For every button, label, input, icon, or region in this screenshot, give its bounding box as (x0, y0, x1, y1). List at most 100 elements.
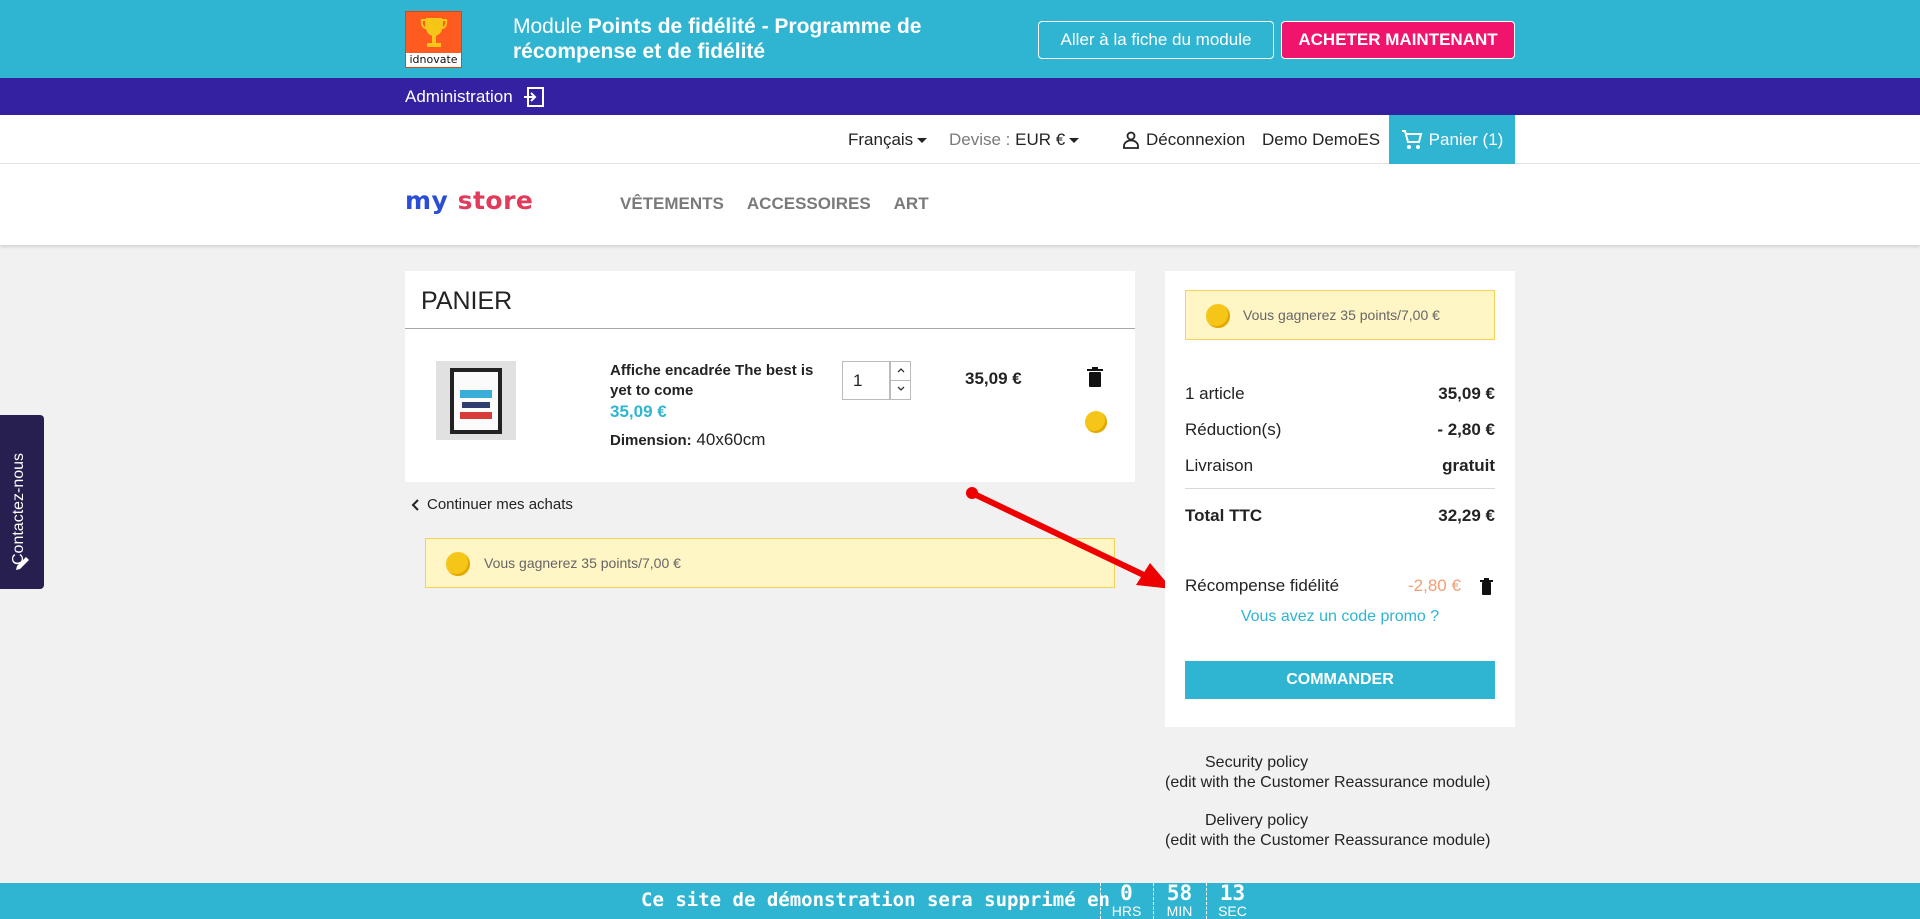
menu-item-accessories[interactable]: ACCESSOIRES (747, 194, 871, 214)
caret-down-icon (1069, 138, 1080, 144)
product-image[interactable] (436, 361, 516, 440)
summary-label: Livraison (1185, 456, 1254, 475)
poster-word-1 (460, 390, 492, 398)
countdown-seconds: 13 SEC (1206, 883, 1258, 919)
language-selector[interactable]: Français (848, 130, 928, 150)
account-link[interactable]: Demo DemoES (1262, 130, 1380, 150)
header-nav: Français Devise : EUR € Déconnexion Demo… (0, 115, 1920, 164)
poster-word-3 (460, 412, 492, 419)
countdown-seconds-unit: SEC (1218, 903, 1247, 919)
checkout-button[interactable]: COMMANDER (1185, 661, 1495, 699)
currency-value: EUR € (1015, 130, 1066, 149)
countdown-minutes-value: 58 (1166, 881, 1193, 905)
countdown-seconds-value: 13 (1219, 881, 1246, 905)
total-label: Total TTC (1185, 506, 1263, 525)
administration-label: Administration (405, 87, 513, 106)
countdown-hours: 0 HRS (1100, 883, 1152, 919)
summary-row-shipping: Livraison gratuit (1185, 456, 1495, 476)
module-banner: idnovate Module Points de fidélité - Pro… (0, 0, 1920, 78)
summary-label: 1 article (1185, 384, 1245, 403)
administration-link[interactable]: Administration (405, 86, 545, 108)
loyalty-reward-value: -2,80 € (1408, 576, 1461, 595)
product-attribute: Dimension: 40x60cm (610, 430, 765, 450)
idnovate-logo: idnovate (405, 11, 462, 68)
pencil-icon (16, 557, 29, 570)
reassurance-title: Security policy (1205, 754, 1309, 771)
contact-us-tab[interactable]: Contactez-nous (0, 415, 44, 589)
cart-label: Panier (1) (1428, 129, 1504, 149)
cart-panel: PANIER Affiche encadrée The best is yet … (405, 271, 1135, 482)
menu-item-clothes[interactable]: VÊTEMENTS (620, 194, 724, 214)
summary-value: - 2,80 € (1437, 420, 1495, 439)
loyalty-points-text: Vous gagnerez 35 points/7,00 € (1243, 307, 1440, 323)
module-sheet-button[interactable]: Aller à la fiche du module (1038, 21, 1274, 59)
red-arrow-annotation (966, 487, 1172, 589)
logo-text: idnovate (406, 53, 461, 67)
product-name-link[interactable]: Affiche encadrée The best is yet to come (610, 361, 830, 401)
promo-code-link[interactable]: Vous avez un code promo ? (1185, 608, 1495, 626)
cart-title: PANIER (421, 287, 513, 315)
buy-now-button[interactable]: ACHETER MAINTENANT (1281, 21, 1515, 59)
logout-label: Déconnexion (1146, 130, 1246, 149)
countdown-text: Ce site de démonstration sera supprimé e… (641, 889, 1110, 911)
currency-selector[interactable]: Devise : EUR € (949, 130, 1080, 150)
store-logo[interactable]: my store (405, 186, 533, 215)
loyalty-points-notice-summary: Vous gagnerez 35 points/7,00 € (1185, 290, 1495, 340)
summary-row-items: 1 article 35,09 € (1185, 384, 1495, 404)
coin-icon (1206, 304, 1230, 328)
countdown-minutes: 58 MIN (1153, 883, 1205, 919)
module-title: Module Points de fidélité - Programme de… (513, 14, 993, 64)
logo-store: store (457, 186, 534, 215)
reassurance-body: (edit with the Customer Reassurance modu… (1165, 774, 1491, 791)
summary-row-total: Total TTC 32,29 € (1185, 506, 1495, 526)
user-icon (1123, 131, 1139, 149)
cart-divider (405, 328, 1135, 329)
logo-my: my (405, 186, 449, 215)
continue-shopping-label: Continuer mes achats (427, 496, 573, 513)
reassurance-item: Delivery policy (edit with the Customer … (1165, 811, 1515, 851)
main-menu: VÊTEMENTS ACCESSOIRES ART (620, 194, 929, 214)
reassurance-block: Security policy (edit with the Customer … (1165, 753, 1515, 869)
poster-word-2 (462, 402, 490, 408)
summary-row-discount: Réduction(s) - 2,80 € (1185, 420, 1495, 440)
summary-value: gratuit (1442, 456, 1495, 475)
poster-frame (450, 368, 502, 434)
logout-link[interactable]: Déconnexion (1122, 130, 1245, 150)
total-value: 32,29 € (1438, 506, 1495, 525)
countdown-minutes-unit: MIN (1166, 903, 1193, 919)
attribute-label: Dimension: (610, 432, 692, 449)
line-total-price: 35,09 € (965, 369, 1022, 388)
caret-down-icon (917, 138, 928, 144)
loyalty-points-text: Vous gagnerez 35 points/7,00 € (484, 555, 681, 571)
poster-art (454, 372, 498, 430)
coin-icon (446, 552, 470, 576)
product-unit-price: 35,09 € (610, 402, 667, 421)
continue-shopping-link[interactable]: Continuer mes achats (411, 496, 573, 513)
quantity-decrease-button[interactable] (890, 380, 911, 400)
shopping-cart-icon (1401, 129, 1422, 149)
reassurance-item: Security policy (edit with the Customer … (1165, 753, 1515, 793)
countdown-hours-value: 0 (1120, 881, 1133, 905)
trash-icon[interactable] (1087, 367, 1103, 387)
summary-label: Réduction(s) (1185, 420, 1282, 439)
summary-value: 35,09 € (1438, 384, 1495, 403)
chevron-up-icon (897, 368, 904, 373)
chevron-down-icon (897, 386, 904, 391)
quantity-input[interactable]: 1 (842, 361, 890, 400)
cart-button[interactable]: Panier (1) (1389, 115, 1515, 164)
currency-label: Devise : (949, 130, 1016, 149)
cart-summary: Vous gagnerez 35 points/7,00 € 1 article… (1165, 271, 1515, 727)
language-value: Français (848, 130, 914, 149)
menu-item-art[interactable]: ART (894, 194, 929, 214)
countdown-hours-unit: HRS (1111, 903, 1142, 919)
trophy-icon (420, 18, 448, 47)
reassurance-body: (edit with the Customer Reassurance modu… (1165, 832, 1491, 849)
attribute-value: 40x60cm (696, 430, 766, 449)
quantity-increase-button[interactable] (890, 361, 911, 381)
store-header: my store VÊTEMENTS ACCESSOIRES ART (0, 164, 1920, 245)
contact-us-label: Contactez-nous (10, 452, 27, 565)
admin-bar: Administration (0, 78, 1920, 115)
module-title-prefix: Module (513, 15, 588, 38)
trash-icon[interactable] (1480, 578, 1493, 595)
sign-in-icon (523, 87, 544, 107)
